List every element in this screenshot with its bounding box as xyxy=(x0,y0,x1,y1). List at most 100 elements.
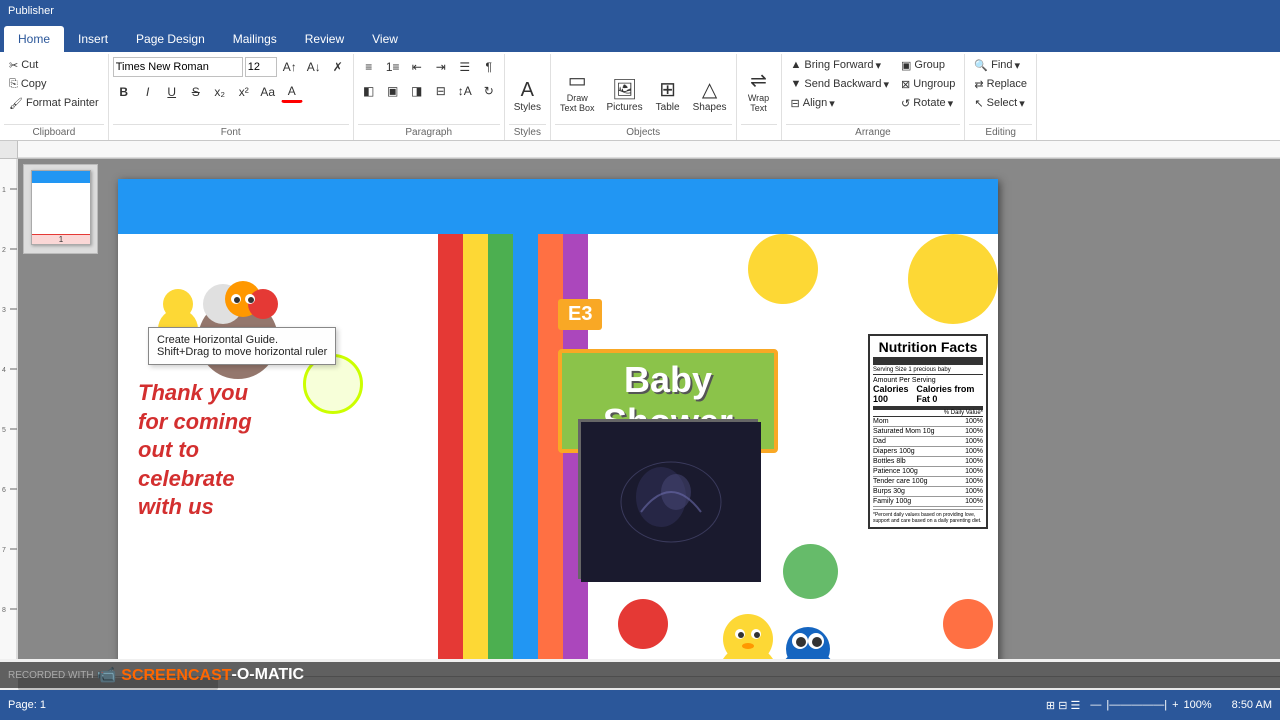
thank-you-text[interactable]: Thank youfor comingout tocelebratewith u… xyxy=(138,379,252,522)
find-icon: 🔍 xyxy=(974,59,988,72)
subscript-button[interactable]: x₂ xyxy=(209,81,231,103)
tooltip-line1: Create Horizontal Guide. xyxy=(157,334,327,346)
font-size-input[interactable] xyxy=(245,57,277,77)
blue-banner xyxy=(118,179,998,234)
ribbon-content: ✂ Cut ⎘ Copy 🖌 Format Painter Clipboard xyxy=(0,52,1280,140)
bring-forward-button[interactable]: ▲ Bring Forward ▾ xyxy=(786,56,894,74)
draw-text-box-icon: ▭ xyxy=(568,68,587,93)
thumbnail-panel: 1 xyxy=(23,164,98,254)
copy-icon: ⎘ xyxy=(9,78,18,91)
titlebar: Publisher xyxy=(0,0,1280,22)
select-icon: ↖ xyxy=(974,97,983,110)
cookie-monster-character xyxy=(768,619,848,659)
nutrition-cal-fat: 0 xyxy=(932,394,937,404)
tab-insert[interactable]: Insert xyxy=(64,26,122,52)
ultrasound-image xyxy=(578,419,758,579)
page-thumbnail[interactable]: 1 xyxy=(31,170,91,245)
time-display: 8:50 AM xyxy=(1232,699,1272,711)
rotate-button[interactable]: ↺ Rotate ▾ xyxy=(896,94,960,112)
styles-button[interactable]: A Styles xyxy=(509,56,546,116)
svg-text:5: 5 xyxy=(2,427,6,434)
draw-text-box-button[interactable]: ▭ DrawText Box xyxy=(555,56,600,116)
text-direction-button[interactable]: ↻ xyxy=(478,80,500,102)
dot-1 xyxy=(748,234,818,304)
tab-view[interactable]: View xyxy=(358,26,412,52)
cut-icon: ✂ xyxy=(9,59,18,72)
shrink-font-button[interactable]: A↓ xyxy=(303,56,325,78)
clear-formatting-button[interactable]: ✗ xyxy=(327,56,349,78)
paragraph-mark-button[interactable]: ¶ xyxy=(478,56,500,78)
group-styles: A Styles Styles xyxy=(505,54,551,140)
tab-mailings[interactable]: Mailings xyxy=(219,26,291,52)
bring-forward-icon: ▲ xyxy=(791,59,802,71)
justify-text-button[interactable]: ⊟ xyxy=(430,80,452,102)
select-button[interactable]: ↖ Select ▾ xyxy=(969,94,1032,112)
superscript-button[interactable]: x² xyxy=(233,81,255,103)
pictures-icon: 🖼 xyxy=(612,77,637,102)
pictures-button[interactable]: 🖼 Pictures xyxy=(601,56,647,116)
ungroup-icon: ⊠ xyxy=(901,78,910,91)
format-painter-icon: 🖌 xyxy=(9,97,23,110)
shapes-button[interactable]: △ Shapes xyxy=(688,56,732,116)
svg-text:6: 6 xyxy=(2,487,6,494)
format-painter-button[interactable]: 🖌 Format Painter xyxy=(4,94,104,112)
rotate-icon: ↺ xyxy=(901,97,910,110)
strikethrough-button[interactable]: S xyxy=(185,81,207,103)
tab-home[interactable]: Home xyxy=(4,26,64,52)
replace-button[interactable]: ⇄ Replace xyxy=(969,75,1032,93)
horizontal-ruler[interactable] xyxy=(18,141,1280,159)
view-icons[interactable]: ⊞ ⊟ ☰ xyxy=(1046,699,1080,712)
recorded-text: RECORDED WITH xyxy=(8,670,94,681)
replace-icon: ⇄ xyxy=(974,78,983,91)
app-title: Publisher xyxy=(8,5,54,17)
vertical-align-button[interactable]: ↕A xyxy=(454,80,476,102)
group-clipboard: ✂ Cut ⎘ Copy 🖌 Format Painter Clipboard xyxy=(0,54,109,140)
change-case-button[interactable]: Aa xyxy=(257,81,279,103)
align-right-text-button[interactable]: ◨ xyxy=(406,80,428,102)
font-name-input[interactable] xyxy=(113,57,243,77)
font-color-button[interactable]: A xyxy=(281,81,303,103)
align-left-text-button[interactable]: ◧ xyxy=(358,80,380,102)
wrap-text-button[interactable]: ⇌ WrapText xyxy=(741,56,777,116)
page-indicator: Page: 1 xyxy=(8,699,46,711)
table-icon: ⊞ xyxy=(659,77,676,102)
grow-font-button[interactable]: A↑ xyxy=(279,56,301,78)
tab-page-design[interactable]: Page Design xyxy=(122,26,219,52)
align-button[interactable]: ⊟ Align ▾ xyxy=(786,94,894,112)
nutrition-title: Nutrition Facts xyxy=(873,339,983,365)
decrease-indent-button[interactable]: ⇤ xyxy=(406,56,428,78)
bold-button[interactable]: B xyxy=(113,81,135,103)
italic-button[interactable]: I xyxy=(137,81,159,103)
align-left-button[interactable]: ☰ xyxy=(454,56,476,78)
copy-button[interactable]: ⎘ Copy xyxy=(4,75,104,93)
ungroup-button[interactable]: ⊠ Ungroup xyxy=(896,75,960,93)
align-center-text-button[interactable]: ▣ xyxy=(382,80,404,102)
svg-text:4: 4 xyxy=(2,367,6,374)
tooltip-line2: Shift+Drag to move horizontal ruler xyxy=(157,346,327,358)
e3-badge: E3 xyxy=(558,299,602,330)
nutrition-box: Nutrition Facts Serving Size 1 precious … xyxy=(868,334,988,529)
cut-button[interactable]: ✂ Cut xyxy=(4,56,104,74)
stripe-blue xyxy=(513,234,538,659)
tab-review[interactable]: Review xyxy=(291,26,358,52)
canvas-area[interactable]: Create Horizontal Guide. Shift+Drag to m… xyxy=(18,159,1280,659)
group-button[interactable]: ▣ Group xyxy=(896,56,960,74)
shapes-icon: △ xyxy=(702,77,717,102)
svg-text:8: 8 xyxy=(2,607,6,614)
dot-7 xyxy=(783,544,838,599)
matic-text: -O-MATIC xyxy=(232,666,305,684)
main-page: E3 Baby Shower Thank youfor comingout to… xyxy=(118,179,998,659)
table-button[interactable]: ⊞ Table xyxy=(650,56,686,116)
stripe-yellow xyxy=(463,234,488,659)
send-backward-icon: ▼ xyxy=(791,78,802,90)
zoom-slider[interactable]: |—————| xyxy=(1106,699,1167,711)
group-paragraph: ≡ 1≡ ⇤ ⇥ ☰ ¶ ◧ ▣ ◨ ⊟ ↕A ↻ Paragraph xyxy=(354,54,505,140)
numbering-button[interactable]: 1≡ xyxy=(382,56,404,78)
underline-button[interactable]: U xyxy=(161,81,183,103)
send-backward-button[interactable]: ▼ Send Backward ▾ xyxy=(786,75,894,93)
find-button[interactable]: 🔍 Find ▾ xyxy=(969,56,1032,74)
elmo-character xyxy=(138,624,218,659)
bullets-button[interactable]: ≡ xyxy=(358,56,380,78)
vertical-ruler[interactable]: 1 2 3 4 5 6 7 8 xyxy=(0,159,18,659)
increase-indent-button[interactable]: ⇥ xyxy=(430,56,452,78)
